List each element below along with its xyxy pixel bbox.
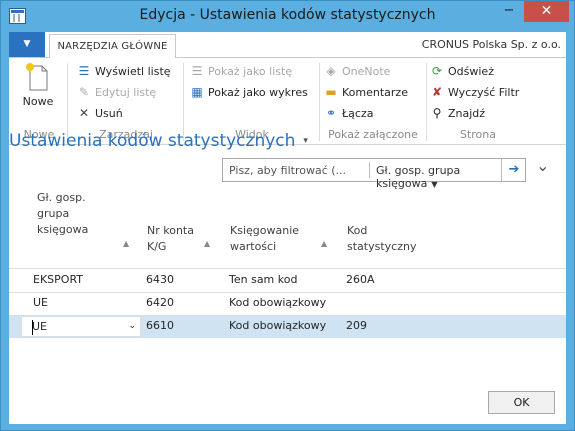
column-header-grupa[interactable]: Gł. gosp. grupa księgowa xyxy=(37,190,88,238)
close-button[interactable]: ✕ xyxy=(524,1,569,22)
chart-icon: ▦ xyxy=(191,85,203,99)
lacza-label: Łącza xyxy=(342,107,374,120)
odswiez-button[interactable]: ⟳ Odśwież xyxy=(429,61,494,81)
cell-grupa: UE xyxy=(33,296,49,309)
list-icon: ☰ xyxy=(191,64,203,78)
nowe-label: Nowe xyxy=(22,95,54,108)
minimize-button[interactable]: − xyxy=(495,1,523,22)
window: Edycja - Ustawienia kodów statystycznych… xyxy=(0,0,575,431)
onenote-button[interactable]: ◈ OneNote xyxy=(323,61,390,81)
filter-bar: Pisz, aby filtrować (... Gł. gosp. grupa… xyxy=(222,158,526,190)
binoculars-icon: ⚲ xyxy=(432,106,442,120)
cell-nr-konta: 6610 xyxy=(146,319,174,332)
table-row[interactable]: EKSPORT 6430 Ten sam kod 260A xyxy=(9,269,566,292)
column-header-ksiegowanie[interactable]: Księgowanie wartości xyxy=(230,223,299,255)
komentarze-label: Komentarze xyxy=(342,86,408,99)
table-row[interactable]: UE 6420 Kod obowiązkowy xyxy=(9,292,566,315)
delete-icon: ✕ xyxy=(78,106,90,120)
edit-list-icon: ✎ xyxy=(78,85,90,99)
lacza-button[interactable]: ⚭ Łącza xyxy=(323,103,374,123)
column-header-kod[interactable]: Kod statystyczny xyxy=(347,223,416,255)
onenote-icon: ◈ xyxy=(326,64,336,78)
chevron-down-icon[interactable]: ⌄ xyxy=(128,321,136,331)
cell-nr-konta: 6420 xyxy=(146,296,174,309)
search-divider xyxy=(369,162,370,178)
ok-button[interactable]: OK xyxy=(488,391,555,414)
file-menu-button[interactable]: ▼ xyxy=(9,32,45,57)
cell-ksiegowanie: Kod obowiązkowy xyxy=(229,319,327,332)
cell-kod: 209 xyxy=(346,319,367,332)
comment-icon: ▬ xyxy=(325,85,337,99)
ribbon-tab-bar: ▼ NARZĘDZIA GŁÓWNE CRONUS Polska Sp. z o… xyxy=(9,32,566,59)
komentarze-button[interactable]: ▬ Komentarze xyxy=(323,82,408,102)
group-divider xyxy=(426,63,427,141)
chevron-down-icon: ▼ xyxy=(431,180,438,189)
cell-ksiegowanie: Ten sam kod xyxy=(229,273,298,286)
group-divider xyxy=(319,63,320,141)
filter-field-label: Gł. gosp. grupa księgowa xyxy=(376,164,461,190)
cell-grupa: UE xyxy=(32,320,48,333)
clear-filter-icon: ✘ xyxy=(431,85,443,99)
link-icon: ⚭ xyxy=(325,106,337,120)
cell-kod: 260A xyxy=(346,273,375,286)
edytuj-liste-label: Edytuj listę xyxy=(95,86,157,99)
cell-ksiegowanie: Kod obowiązkowy xyxy=(229,296,327,309)
wyczysc-filtr-label: Wyczyść Filtr xyxy=(448,86,520,99)
page-title-text: Ustawienia kodów statystycznych xyxy=(9,131,296,151)
page-title[interactable]: Ustawienia kodów statystycznych ▾ xyxy=(9,131,308,151)
table-row-selected[interactable]: UE ⌄ 6610 Kod obowiązkowy 209 xyxy=(9,315,566,338)
odswiez-label: Odśwież xyxy=(448,65,494,78)
sort-arrow-icon: ▲ xyxy=(204,239,211,248)
group-label-zalaczone: Pokaż załączone xyxy=(328,128,418,141)
group-divider xyxy=(183,63,184,141)
pokaz-jako-liste-label: Pokaż jako listę xyxy=(208,65,293,78)
wyswietl-liste-button[interactable]: ☰ Wyświetl listę xyxy=(76,61,171,81)
nowe-button[interactable]: Nowe xyxy=(17,62,59,108)
znajdz-button[interactable]: ⚲ Znajdź xyxy=(429,103,485,123)
list-view-icon: ☰ xyxy=(78,64,90,78)
company-name[interactable]: CRONUS Polska Sp. z o.o. xyxy=(422,38,561,51)
grupa-combo-input[interactable]: UE ⌄ xyxy=(21,316,141,337)
znajdz-label: Znajdź xyxy=(448,107,486,120)
usun-label: Usuń xyxy=(95,107,123,120)
usun-button[interactable]: ✕ Usuń xyxy=(76,103,123,123)
column-header-nr-konta[interactable]: Nr konta K/G xyxy=(147,223,194,255)
window-title: Edycja - Ustawienia kodów statystycznych xyxy=(139,7,436,23)
arrow-right-icon[interactable]: ➔ xyxy=(501,159,526,181)
new-document-icon xyxy=(26,63,48,91)
search-input[interactable]: Pisz, aby filtrować (... xyxy=(229,164,346,177)
cell-grupa: EKSPORT xyxy=(33,273,83,286)
refresh-icon: ⟳ xyxy=(431,64,443,78)
cell-nr-konta: 6430 xyxy=(146,273,174,286)
collapse-chevron-icon[interactable]: ⌄ xyxy=(536,156,549,175)
onenote-label: OneNote xyxy=(342,65,391,78)
tab-narzedzia-glowne[interactable]: NARZĘDZIA GŁÓWNE xyxy=(49,34,176,59)
edytuj-liste-button[interactable]: ✎ Edytuj listę xyxy=(76,82,156,102)
group-label-strona: Strona xyxy=(459,128,497,141)
group-divider xyxy=(67,63,68,141)
wyczysc-filtr-button[interactable]: ✘ Wyczyść Filtr xyxy=(429,82,519,102)
pokaz-jako-wykres-button[interactable]: ▦ Pokaż jako wykres xyxy=(189,82,308,102)
title-bar: Edycja - Ustawienia kodów statystycznych… xyxy=(1,1,574,32)
pokaz-jako-liste-button[interactable]: ☰ Pokaż jako listę xyxy=(189,61,292,81)
sort-arrow-icon: ▲ xyxy=(321,239,328,248)
wyswietl-liste-label: Wyświetl listę xyxy=(95,65,171,78)
pokaz-jako-wykres-label: Pokaż jako wykres xyxy=(208,86,308,99)
sort-arrow-icon: ▲ xyxy=(123,239,130,248)
chevron-down-icon[interactable]: ▾ xyxy=(303,136,308,146)
